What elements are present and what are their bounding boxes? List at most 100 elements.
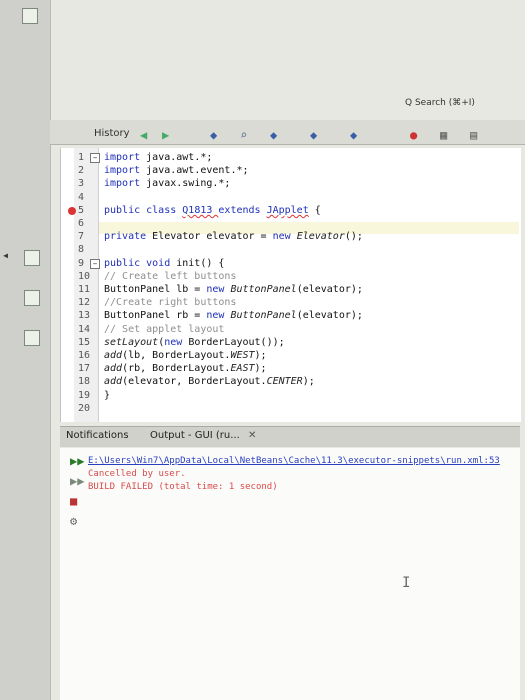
collapse-arrow-icon[interactable]: ◂ — [2, 248, 9, 262]
line-number: 2 — [78, 165, 85, 177]
code-line[interactable]: add(lb, BorderLayout.WEST); — [104, 350, 267, 361]
back-icon[interactable]: ◀ — [140, 128, 147, 142]
line-number: 16 — [78, 350, 91, 361]
code-token: add — [104, 363, 123, 375]
code-token: ); — [302, 376, 315, 388]
code-token: BorderLayout()); — [188, 336, 285, 348]
fold-toggle-icon[interactable]: − — [90, 258, 100, 269]
line-number: 3 — [78, 178, 85, 190]
code-token: (lb, BorderLayout. — [122, 350, 231, 361]
code-line[interactable]: ButtonPanel rb = new ButtonPanel(elevato… — [104, 310, 363, 321]
code-token: add — [104, 376, 123, 388]
tab-notifications[interactable]: Notifications — [66, 430, 129, 441]
line-number: 6 — [78, 218, 85, 229]
code-line[interactable]: ButtonPanel lb = new ButtonPanel(elevato… — [104, 284, 363, 295]
forward-icon[interactable]: ▶ — [162, 128, 169, 142]
text-cursor-icon: I — [402, 575, 411, 591]
stop-icon[interactable]: ● — [410, 128, 417, 142]
error-marker-icon[interactable] — [68, 206, 76, 215]
line-number: 15 — [78, 336, 91, 348]
code-token: private — [104, 231, 153, 243]
code-line[interactable]: add(rb, BorderLayout.EAST); — [104, 363, 267, 374]
code-token: (elevator, BorderLayout. — [122, 376, 267, 388]
line-number: 4 — [78, 191, 85, 203]
code-token: WEST — [230, 350, 255, 361]
bookmark-icon[interactable]: ◆ — [270, 128, 277, 142]
settings-icon[interactable]: ⚙ — [70, 514, 77, 528]
code-token: ButtonPanel — [230, 310, 297, 322]
code-token: ); — [254, 363, 267, 375]
comment-icon[interactable]: ◆ — [310, 128, 317, 142]
code-token: ButtonPanel rb = — [104, 310, 207, 322]
bottom-panel-tabs — [60, 426, 520, 447]
code-line[interactable]: import java.awt.*; — [104, 152, 212, 163]
code-token: extends — [218, 204, 267, 216]
line-number: 18 — [78, 376, 91, 388]
rerun-different-icon[interactable]: ▶▶ — [70, 474, 84, 488]
output-line: Cancelled by user. — [88, 469, 186, 479]
code-token: (rb, BorderLayout. — [122, 363, 231, 375]
project-icon[interactable] — [24, 250, 40, 266]
search-icon[interactable]: ⌕ — [240, 128, 247, 142]
stop-output-icon[interactable]: ■ — [70, 494, 77, 508]
search-box[interactable]: Q Search (⌘+I) — [405, 98, 475, 108]
line-number: 5 — [78, 204, 85, 216]
line-number: 13 — [78, 310, 91, 322]
code-token: //Create right buttons — [104, 297, 237, 309]
output-line[interactable]: E:\Users\Win7\AppData\Local\NetBeans\Cac… — [88, 456, 500, 466]
code-line[interactable]: private Elevator elevator = new Elevator… — [104, 231, 363, 242]
code-token: (elevator); — [296, 310, 363, 322]
history-tab[interactable]: History — [94, 128, 130, 139]
code-token: import — [104, 165, 147, 177]
fold-toggle-icon[interactable]: − — [90, 153, 100, 163]
code-line[interactable]: setLayout(new BorderLayout()); — [104, 337, 285, 348]
code-token: import — [104, 178, 147, 190]
code-token: java.awt.*; — [146, 152, 213, 163]
chart-icon[interactable]: ▦ — [440, 128, 447, 142]
code-line[interactable]: public class Q1813 extends JApplet { — [104, 205, 321, 216]
code-line[interactable]: import java.awt.event.*; — [104, 165, 249, 176]
code-token: new — [206, 310, 231, 322]
code-token: { — [308, 204, 321, 216]
code-line[interactable]: // Set applet layout — [104, 324, 224, 335]
output-line: BUILD FAILED (total time: 1 second) — [88, 482, 278, 492]
code-line[interactable]: } — [104, 390, 110, 401]
code-token: Q1813 — [182, 204, 219, 216]
code-token: new — [206, 284, 231, 295]
run-icon[interactable]: ◆ — [210, 128, 217, 142]
line-number: 10 — [78, 270, 91, 282]
code-token: java.awt.event.*; — [146, 165, 249, 177]
code-line[interactable]: // Create left buttons — [104, 271, 236, 282]
code-token: import — [104, 152, 147, 163]
ide-window: ◂ Q Search (⌘+I) History ◀ ▶ ◆ ⌕ ◆ ◆ ◆ ●… — [0, 0, 525, 700]
code-line[interactable]: import javax.swing.*; — [104, 178, 230, 189]
code-line[interactable]: public void init() { — [104, 258, 224, 269]
line-number: 17 — [78, 363, 91, 375]
line-number: 9 — [78, 257, 85, 269]
code-token: ButtonPanel lb = — [104, 284, 207, 295]
code-line[interactable]: add(elevator, BorderLayout.CENTER); — [104, 376, 315, 387]
code-token: javax.swing.*; — [146, 178, 231, 190]
line-number: 12 — [78, 297, 91, 309]
code-token: new — [272, 231, 297, 243]
build-icon[interactable]: ▤ — [470, 128, 477, 142]
panel-icon[interactable] — [22, 8, 38, 24]
line-number: 8 — [78, 244, 85, 256]
files-icon[interactable] — [24, 290, 40, 306]
tab-output[interactable]: Output - GUI (ru... — [150, 430, 240, 441]
close-tab-icon[interactable]: ✕ — [248, 430, 256, 441]
code-token: ); — [254, 350, 267, 361]
line-number: 19 — [78, 389, 91, 401]
line-number: 1 — [78, 152, 85, 163]
line-number: 14 — [78, 323, 91, 335]
code-token: EAST — [230, 363, 255, 375]
task-icon[interactable]: ◆ — [350, 128, 357, 142]
code-token: Elevator elevator = — [152, 231, 273, 243]
code-token: } — [104, 389, 111, 401]
rerun-icon[interactable]: ▶▶ — [70, 454, 84, 468]
code-token: new — [164, 336, 189, 348]
code-token: setLayout — [104, 336, 159, 348]
code-token: Elevator — [296, 231, 345, 243]
code-line[interactable]: //Create right buttons — [104, 297, 236, 308]
services-icon[interactable] — [24, 330, 40, 346]
